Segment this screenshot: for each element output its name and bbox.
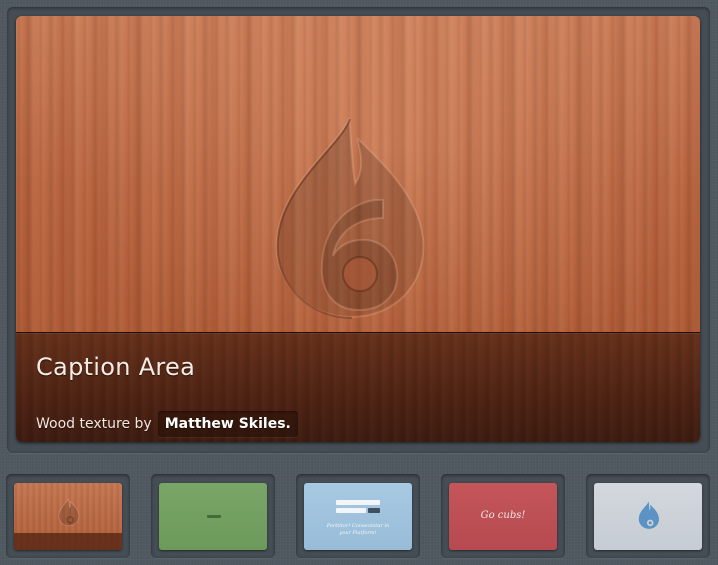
drop-6-logo-icon (58, 498, 80, 527)
thumbnail-grey-image (594, 483, 702, 550)
thumbnail-red-text: Go cubs! (480, 510, 526, 521)
thumbnail-red-image: Go cubs! (449, 483, 557, 550)
main-slide[interactable]: Caption Area Wood texture by Matthew Ski… (16, 16, 700, 442)
thumbnail-3[interactable]: Porttitor! Consectetur in your Platform! (296, 474, 420, 558)
caption-credit: Wood texture by Matthew Skiles. (36, 411, 298, 437)
thumbnail-mini-element (207, 515, 221, 518)
thumbnail-strip: Porttitor! Consectetur in your Platform!… (0, 474, 718, 565)
thumbnail-blue-text: Porttitor! Consectetur in your Platform! (326, 523, 390, 536)
thumbnail-mini-form (336, 500, 380, 516)
drop-6-logo-icon (271, 114, 431, 319)
thumbnail-1[interactable] (6, 474, 130, 558)
thumbnail-2[interactable] (151, 474, 275, 558)
caption-text: Wood texture by (36, 416, 152, 432)
caption-area: Caption Area Wood texture by Matthew Ski… (16, 332, 700, 442)
caption-author-link[interactable]: Matthew Skiles. (157, 411, 298, 437)
thumbnail-blue-image: Porttitor! Consectetur in your Platform! (304, 483, 412, 550)
thumbnail-green-image (159, 483, 267, 550)
drop-6-logo-icon (638, 501, 659, 529)
thumbnail-wood-image (14, 483, 122, 550)
thumbnail-5[interactable] (586, 474, 710, 558)
thumbnail-caption-bar (14, 533, 122, 550)
caption-title: Caption Area (36, 353, 196, 381)
thumbnail-4[interactable]: Go cubs! (441, 474, 565, 558)
